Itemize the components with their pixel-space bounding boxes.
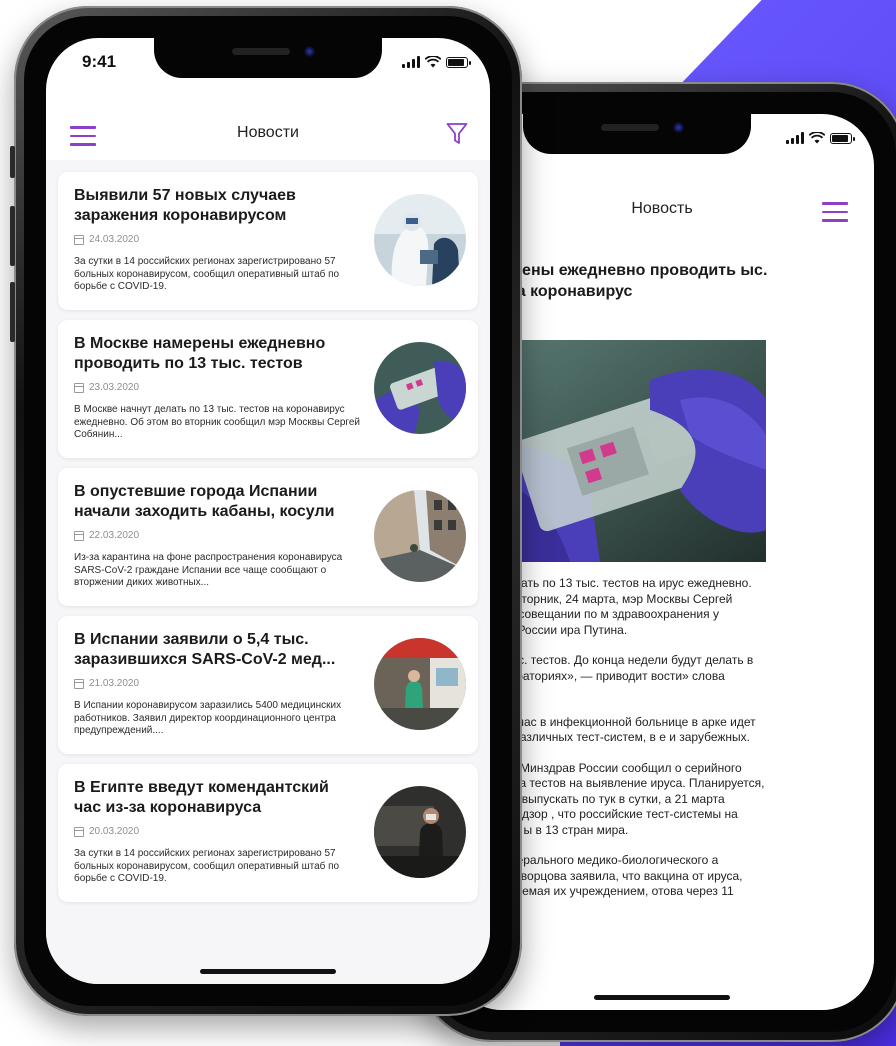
- wifi-icon: [809, 132, 825, 144]
- news-description: В Испании коронавирусом заразились 5400 …: [74, 700, 342, 736]
- list-app-bar: Новости: [46, 110, 490, 158]
- news-date-text: 23.03.2020: [89, 382, 140, 393]
- home-indicator[interactable]: [200, 969, 336, 974]
- news-date: 22.03.2020: [74, 530, 139, 541]
- news-thumbnail: [374, 342, 466, 434]
- news-date: 20.03.2020: [74, 826, 139, 837]
- news-date: 24.03.2020: [74, 234, 139, 245]
- news-title: Выявили 57 новых случаев заражения корон…: [74, 187, 296, 224]
- news-list: Выявили 57 новых случаев заражения корон…: [46, 160, 490, 984]
- battery-icon: [830, 133, 855, 144]
- news-thumbnail: [374, 638, 466, 730]
- home-indicator[interactable]: [594, 995, 730, 1000]
- news-date-text: 20.03.2020: [89, 826, 140, 837]
- status-bar: 9:41: [46, 52, 490, 76]
- signal-icon: [402, 56, 420, 68]
- calendar-icon: [74, 234, 84, 245]
- calendar-icon: [74, 382, 84, 393]
- menu-icon[interactable]: [822, 202, 848, 222]
- calendar-icon: [74, 826, 84, 837]
- news-title: В опустевшие города Испании начали заход…: [74, 483, 335, 520]
- calendar-icon: [74, 678, 84, 689]
- news-card[interactable]: В Испании заявили о 5,4 тыс. заразившихс…: [58, 616, 478, 754]
- news-date-text: 21.03.2020: [89, 678, 140, 689]
- news-thumbnail: [374, 490, 466, 582]
- news-title: В Испании заявили о 5,4 тыс. заразившихс…: [74, 631, 336, 668]
- news-card[interactable]: В Москве намерены ежедневно проводить по…: [58, 320, 478, 458]
- battery-icon: [446, 57, 471, 68]
- news-date: 23.03.2020: [74, 382, 139, 393]
- news-card[interactable]: В Египте введут комендантский час из-за …: [58, 764, 478, 902]
- filter-icon[interactable]: [446, 122, 468, 146]
- status-time: 9:41: [82, 52, 117, 71]
- status-icons: [402, 56, 471, 68]
- list-screen-title: Новости: [237, 124, 299, 141]
- news-description: Из-за карантина на фоне распространения …: [74, 552, 343, 588]
- news-thumbnail: [374, 194, 466, 286]
- news-description: За сутки в 14 российских регионах зареги…: [74, 848, 340, 884]
- status-icons: [786, 132, 855, 144]
- news-description: В Москве начнут делать по 13 тыс. тестов…: [74, 404, 360, 440]
- news-title: В Москве намерены ежедневно проводить по…: [74, 335, 326, 372]
- calendar-icon: [74, 530, 84, 541]
- news-date-text: 22.03.2020: [89, 530, 140, 541]
- phone-list: 9:41 Новости Выявили 57 новых случаев за…: [10, 6, 522, 1016]
- signal-icon: [786, 132, 804, 144]
- news-description: За сутки в 14 российских регионах зареги…: [74, 256, 340, 292]
- news-date-text: 24.03.2020: [89, 234, 140, 245]
- news-card[interactable]: В опустевшие города Испании начали заход…: [58, 468, 478, 606]
- news-title: В Египте введут комендантский час из-за …: [74, 779, 329, 816]
- mute-switch: [10, 146, 15, 178]
- news-card[interactable]: Выявили 57 новых случаев заражения корон…: [58, 172, 478, 310]
- wifi-icon: [425, 56, 441, 68]
- news-date: 21.03.2020: [74, 678, 139, 689]
- volume-up-button: [10, 206, 15, 266]
- volume-down-button: [10, 282, 15, 342]
- list-screen: 9:41 Новости Выявили 57 новых случаев за…: [46, 38, 490, 984]
- news-thumbnail: [374, 786, 466, 878]
